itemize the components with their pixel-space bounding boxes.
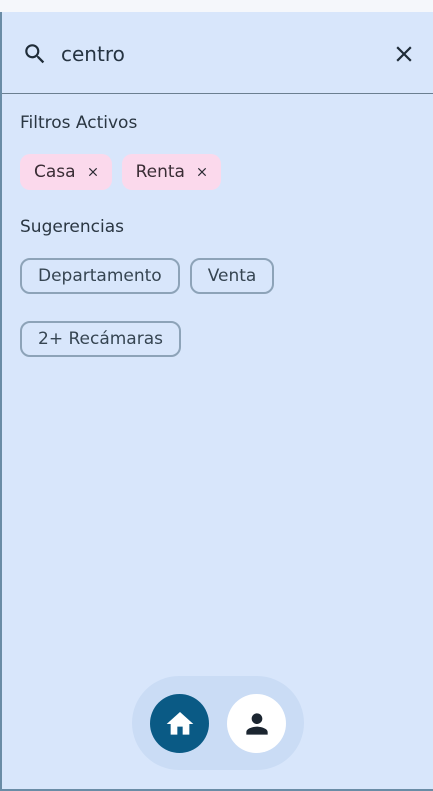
filter-chip-label: Renta xyxy=(135,162,185,182)
nav-home-button[interactable] xyxy=(150,694,209,753)
search-input[interactable] xyxy=(61,36,361,72)
search-panel: Filtros Activos Casa Renta Sugerencias D… xyxy=(0,12,433,791)
filter-chip-label: Casa xyxy=(34,162,76,182)
active-filters-title: Filtros Activos xyxy=(20,113,138,133)
suggestions-row-2: 2+ Recámaras xyxy=(20,321,181,357)
search-icon xyxy=(25,44,45,64)
suggestions-title: Sugerencias xyxy=(20,217,125,237)
suggestion-chip-label: Departamento xyxy=(38,266,162,286)
search-bar xyxy=(2,12,433,94)
home-icon xyxy=(166,711,193,735)
suggestions-row-1: Departamento Venta xyxy=(20,258,275,294)
person-icon xyxy=(245,712,268,735)
suggestion-chip-recamaras[interactable]: 2+ Recámaras xyxy=(20,321,181,357)
close-icon[interactable] xyxy=(86,165,100,179)
filter-chip-casa[interactable]: Casa xyxy=(20,154,112,190)
active-filters-row: Casa Renta xyxy=(20,154,221,190)
top-strip xyxy=(0,0,433,12)
suggestion-chip-venta[interactable]: Venta xyxy=(189,258,275,294)
close-icon[interactable] xyxy=(195,165,209,179)
clear-search-button[interactable] xyxy=(391,41,417,67)
suggestion-chip-label: 2+ Recámaras xyxy=(38,329,163,349)
filter-chip-renta[interactable]: Renta xyxy=(121,154,221,190)
suggestion-chip-departamento[interactable]: Departamento xyxy=(20,258,180,294)
suggestion-chip-label: Venta xyxy=(207,266,257,286)
close-icon xyxy=(396,46,412,62)
nav-profile-button[interactable] xyxy=(227,694,286,753)
bottom-navigation xyxy=(132,676,304,770)
